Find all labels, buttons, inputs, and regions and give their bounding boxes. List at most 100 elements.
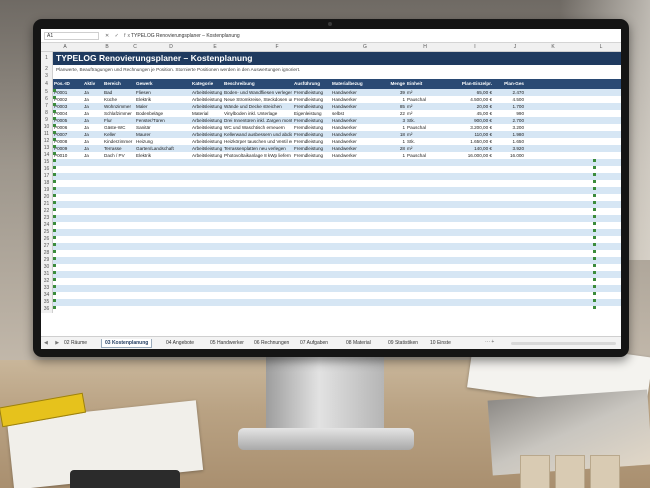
table-cell[interactable]: 4.500,00 € xyxy=(444,96,492,103)
row-header-7[interactable]: 7 xyxy=(41,103,53,110)
table-cell[interactable]: Garten/Landschaft xyxy=(136,145,188,152)
sheet-subtitle[interactable]: Planwerte, Beauftragungen und Rechnungen… xyxy=(53,65,621,74)
column-title[interactable]: Plan-Einzelpr. xyxy=(444,81,492,86)
table-cell[interactable]: selbst xyxy=(332,110,378,117)
empty-row[interactable] xyxy=(53,173,621,180)
table-cell[interactable]: P0008 xyxy=(54,138,82,145)
table-cell[interactable]: m² xyxy=(407,89,442,96)
row-header-35[interactable]: 35 xyxy=(41,299,53,306)
row-header-33[interactable]: 33 xyxy=(41,285,53,292)
row-header-28[interactable]: 28 xyxy=(41,250,53,257)
table-cell[interactable]: m² xyxy=(407,145,442,152)
table-cell[interactable]: P0010 xyxy=(54,152,82,159)
row-header-14[interactable]: 14 xyxy=(41,152,53,159)
column-title[interactable]: Plan-Ges xyxy=(494,81,524,86)
table-cell[interactable]: Ja xyxy=(84,152,102,159)
table-cell[interactable]: Stk. xyxy=(407,138,442,145)
table-cell[interactable]: Handwerker xyxy=(332,152,378,159)
table-cell[interactable]: Dach / PV xyxy=(104,152,134,159)
table-cell[interactable]: Kinderzimmer xyxy=(104,138,134,145)
table-cell[interactable]: Arbeitsleistung xyxy=(192,117,222,124)
table-cell[interactable]: Ja xyxy=(84,124,102,131)
row-header-32[interactable]: 32 xyxy=(41,278,53,285)
sheet-title[interactable]: TYPELOG Renovierungsplaner – Kostenplanu… xyxy=(53,52,621,65)
column-header-b[interactable]: B xyxy=(97,44,117,50)
table-cell[interactable]: Ja xyxy=(84,89,102,96)
table-cell[interactable]: Handwerker xyxy=(332,138,378,145)
table-cell[interactable]: Arbeitsleistung xyxy=(192,96,222,103)
column-header-k[interactable]: K xyxy=(543,44,563,50)
empty-row[interactable] xyxy=(53,166,621,173)
table-row[interactable]: P0007 Ja Keller Maurer Arbeitsleistung Keller… xyxy=(53,131,621,138)
table-cell[interactable]: 1 xyxy=(380,152,405,159)
column-title[interactable]: Bereich xyxy=(104,81,134,86)
row-header-9[interactable]: 9 xyxy=(41,117,53,124)
empty-row[interactable] xyxy=(53,285,621,292)
table-cell[interactable]: Fremdleistung xyxy=(294,103,330,110)
row-header-30[interactable]: 30 xyxy=(41,264,53,271)
table-cell[interactable]: P0003 xyxy=(54,103,82,110)
empty-row[interactable] xyxy=(53,215,621,222)
row-header-16[interactable]: 16 xyxy=(41,166,53,173)
table-cell[interactable]: Bodenbeläge xyxy=(136,110,188,117)
table-cell[interactable]: Maurer xyxy=(136,131,188,138)
table-row[interactable]: P0004 Ja Schlafzimmer Bodenbeläge Material Vi… xyxy=(53,110,621,117)
row-header-23[interactable]: 23 xyxy=(41,215,53,222)
table-cell[interactable]: 18 xyxy=(380,131,405,138)
table-cell[interactable]: 4.500 xyxy=(494,96,525,103)
table-cell[interactable]: Küche xyxy=(104,96,134,103)
row-header-8[interactable]: 8 xyxy=(41,110,53,117)
table-row[interactable]: P0003 Ja Wohnzimmer Maler Arbeitsleistung Wän… xyxy=(53,103,621,110)
sheet-tab[interactable]: 04 Angebote xyxy=(163,339,197,348)
table-cell[interactable]: 3.920 xyxy=(494,145,525,152)
empty-row[interactable] xyxy=(53,271,621,278)
sheet-tab[interactable]: 09 Statistiken xyxy=(385,339,421,348)
formula-input[interactable]: TYPELOG Renovierungsplaner – Kostenplanu… xyxy=(131,32,240,40)
row-header-20[interactable]: 20 xyxy=(41,194,53,201)
sheet-tab[interactable]: 08 Material xyxy=(343,339,374,348)
table-cell[interactable]: Ja xyxy=(84,117,102,124)
table-cell[interactable]: 1.650 xyxy=(494,138,525,145)
table-cell[interactable]: Arbeitsleistung xyxy=(192,124,222,131)
table-cell[interactable]: 22 xyxy=(380,110,405,117)
row-header-5[interactable]: 5 xyxy=(41,89,53,96)
table-cell[interactable]: 3 xyxy=(380,117,405,124)
table-cell[interactable]: 20,00 € xyxy=(444,103,492,110)
row-header-22[interactable]: 22 xyxy=(41,208,53,215)
table-cell[interactable]: P0002 xyxy=(54,96,82,103)
table-cell[interactable]: 140,00 € xyxy=(444,145,492,152)
table-row[interactable]: P0002 Ja Küche Elektrik Arbeitsleistung Neue … xyxy=(53,96,621,103)
empty-row[interactable] xyxy=(53,250,621,257)
column-header-i[interactable]: I xyxy=(465,44,485,50)
table-cell[interactable]: 2.470 xyxy=(494,89,525,96)
more-tabs-icon[interactable]: ··· xyxy=(485,339,490,345)
empty-row[interactable] xyxy=(53,257,621,264)
row-header-6[interactable]: 6 xyxy=(41,96,53,103)
table-cell[interactable]: Gäste-WC xyxy=(104,124,134,131)
table-cell[interactable]: Stk. xyxy=(407,117,442,124)
row-header-26[interactable]: 26 xyxy=(41,236,53,243)
column-header-c[interactable]: C xyxy=(125,44,145,50)
table-cell[interactable]: Ja xyxy=(84,131,102,138)
table-row[interactable]: P0001 Ja Bad Fliesen Arbeitsleistung Boden- u… xyxy=(53,89,621,96)
table-cell[interactable]: Handwerker xyxy=(332,124,378,131)
table-cell[interactable]: 65,00 € xyxy=(444,89,492,96)
column-header-e[interactable]: E xyxy=(205,44,225,50)
empty-row[interactable] xyxy=(53,292,621,299)
empty-row[interactable] xyxy=(53,229,621,236)
column-header-j[interactable]: J xyxy=(505,44,525,50)
table-cell[interactable]: 900,00 € xyxy=(444,117,492,124)
table-cell[interactable]: m² xyxy=(407,131,442,138)
column-title[interactable]: Aktiv xyxy=(84,81,102,86)
table-cell[interactable]: 28 xyxy=(380,145,405,152)
table-cell[interactable]: Sanitär xyxy=(136,124,188,131)
column-header-f[interactable]: F xyxy=(267,44,287,50)
sheet-tab[interactable]: 03 Kostenplanung xyxy=(101,339,153,348)
table-cell[interactable]: Fremdleistung xyxy=(294,96,330,103)
empty-row[interactable] xyxy=(53,236,621,243)
empty-row[interactable] xyxy=(53,278,621,285)
table-cell[interactable]: P0004 xyxy=(54,110,82,117)
table-cell[interactable]: Pauschal xyxy=(407,96,442,103)
row-header-24[interactable]: 24 xyxy=(41,222,53,229)
empty-row[interactable] xyxy=(53,201,621,208)
